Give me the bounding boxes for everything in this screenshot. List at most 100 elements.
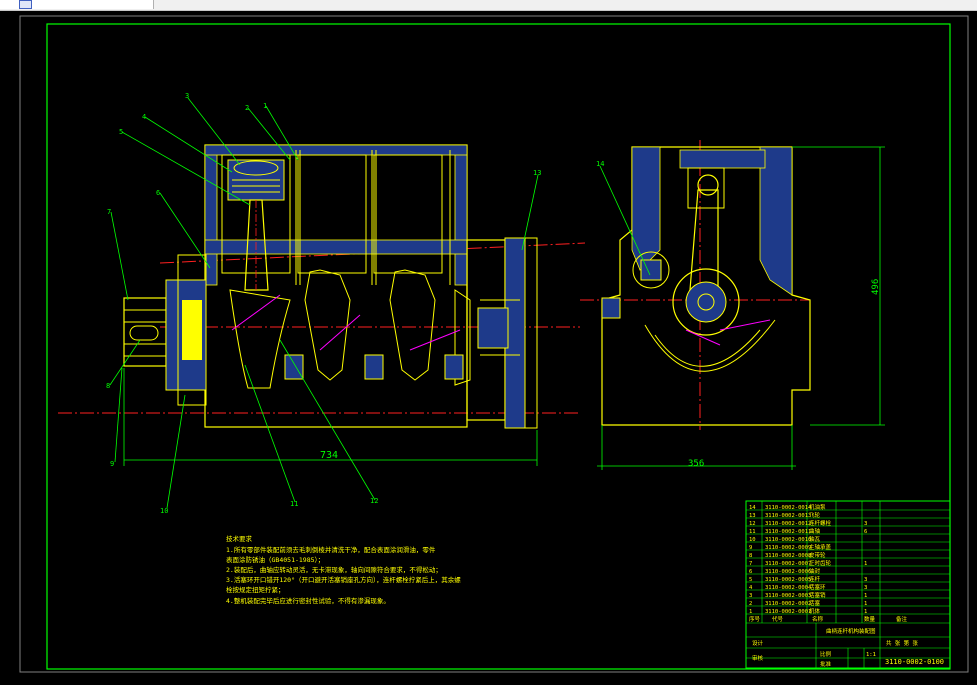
- header-name: 名称: [812, 615, 824, 623]
- svg-text:3: 3: [864, 577, 867, 583]
- callout-13: 13: [533, 169, 541, 177]
- svg-text:3: 3: [864, 521, 867, 527]
- title-bar: [0, 0, 977, 11]
- svg-text:3110-0002-0001: 3110-0002-0001: [765, 609, 811, 615]
- cylinder-3: [373, 154, 443, 274]
- svg-text:机体: 机体: [809, 607, 821, 615]
- svg-text:5: 5: [749, 577, 752, 583]
- svg-text:3110-0002-0010: 3110-0002-0010: [765, 537, 811, 543]
- svg-text:12: 12: [749, 521, 756, 527]
- scale-label: 比例: [820, 650, 832, 658]
- callout-3: 3: [185, 92, 189, 100]
- right-wall-section: [454, 144, 468, 286]
- callout-8: 8: [106, 382, 110, 390]
- notes-heading: 技术要求: [226, 534, 253, 543]
- svg-text:3110-0002-0006: 3110-0002-0006: [765, 569, 811, 575]
- notes-line-1: 1.所有零部件装配前须去毛刺倒棱并清洗干净，配合表面涂润滑油，零件: [226, 545, 436, 554]
- header-code: 代号: [772, 615, 784, 623]
- callout-1: 1: [263, 102, 267, 110]
- svg-text:1: 1: [864, 601, 867, 607]
- top-deck-section: [204, 144, 468, 156]
- svg-text:3110-0002-0011: 3110-0002-0011: [765, 529, 811, 535]
- svg-text:3110-0002-0008: 3110-0002-0008: [765, 553, 811, 559]
- flywheel: [466, 237, 538, 429]
- assembly-title: 曲柄连杆机构装配图: [826, 627, 876, 635]
- svg-text:3110-0002-0005: 3110-0002-0005: [765, 577, 811, 583]
- title-block: 14 3110-0002-0014 机油泵 13 3110-0002-0013 …: [745, 500, 951, 669]
- svg-text:主轴承盖: 主轴承盖: [809, 543, 832, 551]
- callout-11: 11: [290, 500, 298, 508]
- svg-text:14: 14: [749, 505, 756, 511]
- svg-text:3110-0002-0004: 3110-0002-0004: [765, 585, 812, 591]
- svg-text:9: 9: [749, 545, 752, 551]
- callout-4: 4: [142, 113, 146, 121]
- svg-text:曲轴: 曲轴: [809, 527, 821, 535]
- crankshaft: [229, 269, 471, 389]
- piston: [227, 159, 285, 201]
- header-no: 序号: [749, 615, 761, 623]
- svg-text:11: 11: [749, 529, 756, 535]
- callout-5: 5: [119, 128, 123, 136]
- notes-line-1b: 表面涂防锈油（GB4051-1985）；: [226, 555, 324, 564]
- bearing-web-section: [204, 239, 468, 255]
- svg-text:活塞: 活塞: [809, 599, 821, 607]
- callout-2: 2: [245, 104, 249, 112]
- scale-value: 1:1: [866, 652, 876, 658]
- side-connecting-rod: [689, 189, 719, 291]
- sheet-label: 共 张 第 张: [886, 639, 918, 647]
- svg-text:3110-0002-0014: 3110-0002-0014: [765, 505, 812, 511]
- svg-text:13: 13: [749, 513, 756, 519]
- front-view: 734 3 4 5 2 1 6 7 8 9 10 11 12 13: [58, 92, 586, 515]
- svg-text:机油泵: 机油泵: [809, 503, 826, 511]
- svg-text:6: 6: [864, 529, 867, 535]
- callout-12: 12: [370, 497, 378, 505]
- drawing-svg: 734 3 4 5 2 1 6 7 8 9 10 11 12 13 356 49…: [19, 15, 969, 673]
- svg-text:活塞销: 活塞销: [809, 591, 826, 599]
- svg-text:正时齿轮: 正时齿轮: [809, 559, 832, 567]
- header-remark: 备注: [896, 615, 908, 623]
- svg-text:3110-0002-0002: 3110-0002-0002: [765, 601, 811, 607]
- notes-line-2: 2.装配后，曲轴应转动灵活，无卡滞现象，轴向间隙符合要求，不得松动；: [226, 565, 442, 574]
- timing-cover: [165, 254, 207, 406]
- svg-text:飞轮: 飞轮: [809, 511, 821, 519]
- svg-text:连杆: 连杆: [809, 575, 821, 583]
- dimension-side-height-text: 496: [871, 279, 881, 295]
- callout-7: 7: [107, 208, 111, 216]
- notes-line-3: 3.活塞环开口错开120°（开口避开活塞销座孔方向），连杆螺栓拧紧后上，其余螺: [226, 575, 461, 584]
- svg-text:10: 10: [749, 537, 756, 543]
- dimension-side-width-text: 356: [688, 459, 704, 469]
- row-check: 审核: [752, 654, 764, 662]
- callout-10: 10: [160, 507, 168, 515]
- drawing-number: 3110-0002-0100: [885, 658, 944, 666]
- svg-text:3110-0002-0003: 3110-0002-0003: [765, 593, 811, 599]
- front-pulley: [123, 297, 167, 367]
- svg-text:8: 8: [749, 553, 752, 559]
- svg-text:1: 1: [864, 593, 867, 599]
- svg-text:轴瓦: 轴瓦: [809, 535, 821, 543]
- row-approve: 批准: [820, 660, 832, 668]
- svg-text:3: 3: [749, 593, 752, 599]
- drawing-canvas[interactable]: 734 3 4 5 2 1 6 7 8 9 10 11 12 13 356 49…: [0, 11, 977, 685]
- svg-text:3110-0002-0012: 3110-0002-0012: [765, 521, 811, 527]
- svg-text:6: 6: [749, 569, 752, 575]
- notes-line-4: 4.整机装配完毕后应进行密封性试验，不得有渗漏现象。: [226, 596, 390, 605]
- technical-notes: 技术要求 1.所有零部件装配前须去毛刺倒棱并清洗干净，配合表面涂润滑油，零件 表…: [226, 534, 461, 605]
- svg-text:皮带轮: 皮带轮: [809, 551, 826, 559]
- svg-text:3: 3: [864, 585, 867, 591]
- callout-9: 9: [110, 460, 114, 468]
- svg-text:2: 2: [749, 601, 752, 607]
- svg-text:1: 1: [864, 609, 867, 615]
- svg-text:连杆螺栓: 连杆螺栓: [809, 519, 832, 527]
- svg-text:油封: 油封: [809, 567, 821, 575]
- status-bar: [0, 685, 977, 689]
- oil-passage: [231, 294, 461, 351]
- side-view: 356 496 14: [580, 140, 885, 470]
- svg-text:1: 1: [749, 609, 752, 615]
- svg-text:1: 1: [864, 561, 867, 567]
- svg-text:3110-0002-0013: 3110-0002-0013: [765, 513, 811, 519]
- header-qty: 数量: [864, 615, 876, 623]
- svg-text:活塞环: 活塞环: [809, 583, 826, 591]
- notes-line-3b: 栓按规定扭矩拧紧；: [226, 585, 285, 594]
- row-design: 设计: [752, 639, 764, 647]
- callout-6: 6: [156, 189, 160, 197]
